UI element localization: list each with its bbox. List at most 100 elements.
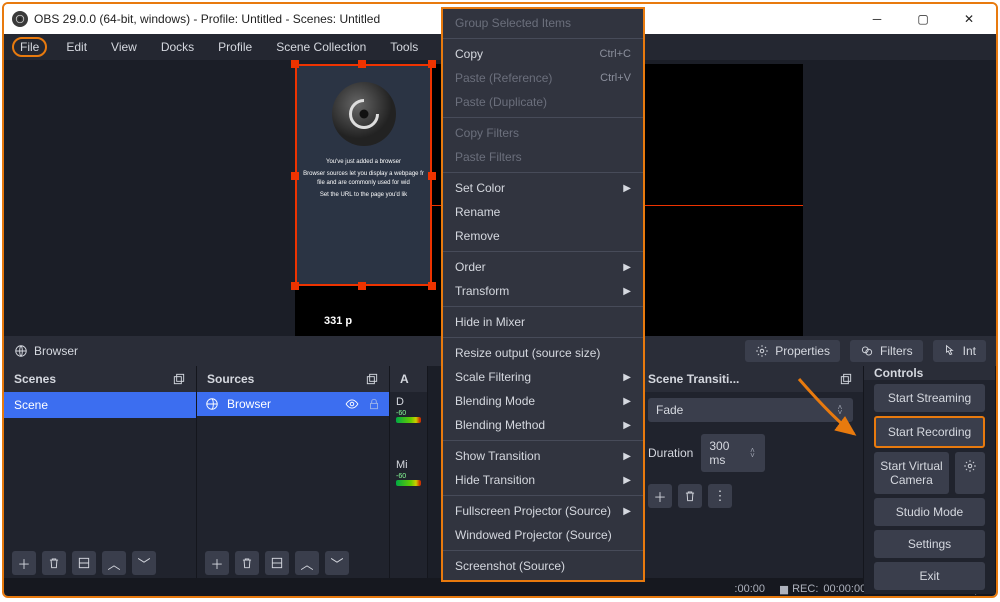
- menu-separator: [443, 337, 643, 338]
- menu-view[interactable]: View: [106, 37, 142, 57]
- interact-label: Int: [963, 344, 976, 358]
- globe-icon: [14, 344, 28, 358]
- scene-filter-button[interactable]: [72, 551, 96, 575]
- context-menu-item[interactable]: Resize output (source size): [443, 341, 643, 365]
- menu-tools[interactable]: Tools: [385, 37, 423, 57]
- start-recording-button[interactable]: Start Recording: [874, 416, 985, 448]
- submenu-arrow-icon: ▶: [623, 183, 631, 194]
- popout-icon[interactable]: [839, 372, 853, 386]
- context-menu-item[interactable]: Hide in Mixer: [443, 310, 643, 334]
- menu-separator: [443, 306, 643, 307]
- lock-icon[interactable]: [367, 397, 381, 411]
- resize-handle[interactable]: [428, 60, 436, 68]
- resize-handle[interactable]: [291, 282, 299, 290]
- popout-icon[interactable]: [172, 372, 186, 386]
- transitions-title: Scene Transiti...: [648, 372, 739, 386]
- settings-button[interactable]: Settings: [874, 530, 985, 558]
- resize-handle[interactable]: [291, 60, 299, 68]
- resize-handle[interactable]: [291, 172, 299, 180]
- filters-icon: [860, 344, 874, 358]
- spinner-icon: ˄˅: [835, 405, 845, 415]
- close-button[interactable]: ✕: [946, 4, 992, 34]
- context-menu-item[interactable]: Rename: [443, 200, 643, 224]
- scene-item[interactable]: Scene: [4, 392, 196, 418]
- scene-down-button[interactable]: ﹀: [132, 551, 156, 575]
- properties-label: Properties: [775, 344, 830, 358]
- eye-icon[interactable]: [345, 397, 359, 411]
- transition-more-button[interactable]: ⋮: [708, 484, 732, 508]
- source-up-button[interactable]: ︿: [295, 551, 319, 575]
- submenu-arrow-icon: ▶: [623, 475, 631, 486]
- submenu-arrow-icon: ▶: [623, 506, 631, 517]
- context-menu-item[interactable]: Fullscreen Projector (Source)▶: [443, 499, 643, 523]
- context-menu-item[interactable]: Windowed Projector (Source): [443, 523, 643, 547]
- controls-header: Controls: [864, 366, 995, 380]
- source-props-button[interactable]: [265, 551, 289, 575]
- studio-mode-button[interactable]: Studio Mode: [874, 498, 985, 526]
- source-size-label: 331 p: [324, 315, 352, 327]
- context-menu-item: Paste (Reference)Ctrl+V: [443, 66, 643, 90]
- mixer-channel: D -60: [390, 392, 427, 427]
- spinner-icon: ˄˅: [748, 448, 758, 458]
- duration-input[interactable]: 300 ms ˄˅: [701, 434, 765, 472]
- context-menu-item: Copy Filters: [443, 121, 643, 145]
- context-menu-item[interactable]: Hide Transition▶: [443, 468, 643, 492]
- context-menu-item[interactable]: Blending Method▶: [443, 413, 643, 437]
- context-menu-item[interactable]: Screenshot (Source): [443, 554, 643, 578]
- maximize-button[interactable]: ▢: [900, 4, 946, 34]
- obs-logo-icon: [12, 11, 28, 27]
- context-menu-item[interactable]: Order▶: [443, 255, 643, 279]
- filters-button[interactable]: Filters: [850, 340, 923, 362]
- browser-source-bounds[interactable]: You've just added a browser Browser sour…: [295, 64, 432, 286]
- popout-icon[interactable]: [365, 372, 379, 386]
- add-source-button[interactable]: ＋: [205, 551, 229, 575]
- resize-handle[interactable]: [428, 282, 436, 290]
- context-menu-item[interactable]: Set Color▶: [443, 176, 643, 200]
- remove-scene-button[interactable]: [42, 551, 66, 575]
- context-menu-item: Paste Filters: [443, 145, 643, 169]
- live-time: :00:00: [734, 583, 765, 595]
- start-virtual-camera-button[interactable]: Start Virtual Camera: [874, 452, 949, 494]
- remove-source-button[interactable]: [235, 551, 259, 575]
- interact-button[interactable]: Int: [933, 340, 986, 362]
- resize-handle[interactable]: [358, 60, 366, 68]
- transition-add-button[interactable]: ＋: [648, 484, 672, 508]
- menu-edit[interactable]: Edit: [61, 37, 92, 57]
- properties-button[interactable]: Properties: [745, 340, 840, 362]
- duration-value: 300 ms: [709, 439, 747, 467]
- context-menu-item[interactable]: Blending Mode▶: [443, 389, 643, 413]
- transition-remove-button[interactable]: [678, 484, 702, 508]
- context-menu-item[interactable]: Remove: [443, 224, 643, 248]
- resize-handle[interactable]: [428, 172, 436, 180]
- resize-handle[interactable]: [358, 282, 366, 290]
- virtual-camera-settings-button[interactable]: [955, 452, 985, 494]
- status-rec: ▮▮ REC: 00:00:00: [779, 583, 866, 596]
- scene-up-button[interactable]: ︿: [102, 551, 126, 575]
- exit-button[interactable]: Exit: [874, 562, 985, 590]
- minimize-button[interactable]: ─: [854, 4, 900, 34]
- menu-docks[interactable]: Docks: [156, 37, 199, 57]
- transition-select[interactable]: Fade ˄˅: [648, 398, 853, 422]
- source-down-button[interactable]: ﹀: [325, 551, 349, 575]
- submenu-arrow-icon: ▶: [623, 372, 631, 383]
- context-menu-item[interactable]: Transform▶: [443, 279, 643, 303]
- source-item[interactable]: Browser: [197, 392, 389, 416]
- context-menu-item[interactable]: CopyCtrl+C: [443, 42, 643, 66]
- context-menu-item[interactable]: Scale Filtering▶: [443, 365, 643, 389]
- add-scene-button[interactable]: ＋: [12, 551, 36, 575]
- menu-file[interactable]: File: [12, 37, 47, 57]
- mixer-db: -60: [396, 473, 421, 480]
- transitions-header: Scene Transiti...: [638, 366, 863, 392]
- context-menu-item[interactable]: Show Transition▶: [443, 444, 643, 468]
- menu-profile[interactable]: Profile: [213, 37, 257, 57]
- controls-title: Controls: [874, 366, 923, 380]
- start-streaming-button[interactable]: Start Streaming: [874, 384, 985, 412]
- menu-scene-collection[interactable]: Scene Collection: [271, 37, 371, 57]
- context-menu-item: Group Selected Items: [443, 11, 643, 35]
- status-live: :00:00: [734, 583, 765, 595]
- filters-label: Filters: [880, 344, 913, 358]
- transition-selected: Fade: [656, 403, 683, 417]
- mixer-header: A: [390, 366, 427, 392]
- gear-icon: [755, 344, 769, 358]
- rec-time: 00:00:00: [823, 583, 866, 595]
